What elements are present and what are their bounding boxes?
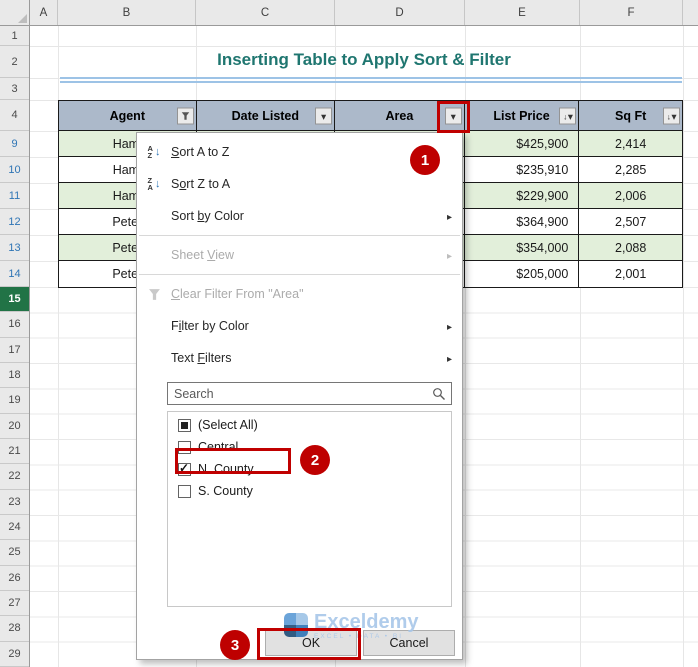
row-header[interactable]: 23 xyxy=(0,490,29,515)
row-header[interactable]: 20 xyxy=(0,414,29,439)
cell-sq-ft[interactable]: 2,088 xyxy=(579,235,682,260)
row-header-filtered[interactable]: 14 xyxy=(0,261,29,287)
step-badge-1: 1 xyxy=(410,145,440,175)
menu-item-sort-by-color[interactable]: Sort by Color xyxy=(137,200,462,232)
sort-za-icon xyxy=(137,177,171,191)
row-header[interactable]: 4 xyxy=(0,100,29,131)
row-header[interactable]: 21 xyxy=(0,439,29,465)
row-header[interactable]: 2 xyxy=(0,46,29,78)
row-header-active[interactable]: 15 xyxy=(0,287,29,313)
column-header-b[interactable]: B xyxy=(58,0,196,25)
clear-filter-icon xyxy=(137,288,171,301)
menu-item-text-filters[interactable]: Text Filters xyxy=(137,342,462,374)
date-listed-filter-button[interactable] xyxy=(315,107,333,124)
select-all-corner[interactable] xyxy=(0,0,30,26)
dropdown-arrow-icon xyxy=(321,109,326,123)
submenu-arrow-icon xyxy=(447,317,452,335)
cell-sq-ft[interactable]: 2,414 xyxy=(579,131,682,156)
menu-item-sort-z-to-a[interactable]: Sort Z to A xyxy=(137,168,462,200)
title-underline xyxy=(60,77,682,79)
row-header-filtered[interactable]: 9 xyxy=(0,131,29,157)
page-title: Inserting Table to Apply Sort & Filter xyxy=(217,50,511,69)
search-input[interactable] xyxy=(168,383,451,404)
cancel-button[interactable]: Cancel xyxy=(363,630,455,656)
cell-list-price[interactable]: $354,000 xyxy=(465,235,580,260)
step-badge-2: 2 xyxy=(300,445,330,475)
menu-separator xyxy=(139,274,460,275)
dropdown-arrow-icon xyxy=(672,109,677,123)
column-header-partial[interactable] xyxy=(683,0,698,25)
checkbox-unchecked-icon[interactable] xyxy=(178,484,191,498)
menu-item-clear-filter: Clear Filter From "Area" xyxy=(137,278,462,310)
dropdown-arrow-icon xyxy=(568,109,573,123)
header-list-price[interactable]: List Price xyxy=(465,101,580,130)
header-date-listed[interactable]: Date Listed xyxy=(197,101,336,130)
row-header[interactable]: 18 xyxy=(0,363,29,389)
cell-list-price[interactable]: $205,000 xyxy=(465,261,580,287)
menu-item-sheet-view: Sheet View xyxy=(137,239,462,271)
step-badge-3: 3 xyxy=(220,630,250,660)
row-header[interactable]: 1 xyxy=(0,26,29,46)
column-header-c[interactable]: C xyxy=(196,0,335,25)
cell-sq-ft[interactable]: 2,006 xyxy=(579,183,682,208)
cell-sq-ft[interactable]: 2,285 xyxy=(579,157,682,182)
row-headers: 1 2 3 4 9 10 11 12 13 14 15 16 17 18 19 … xyxy=(0,26,30,667)
checkbox-indeterminate-icon[interactable] xyxy=(178,418,191,432)
cell-list-price[interactable]: $425,900 xyxy=(465,131,580,156)
cell-sq-ft[interactable]: 2,507 xyxy=(579,209,682,234)
row-header[interactable]: 27 xyxy=(0,591,29,617)
column-header-e[interactable]: E xyxy=(465,0,580,25)
menu-separator xyxy=(139,235,460,236)
row-header-filtered[interactable]: 10 xyxy=(0,157,29,183)
row-header[interactable]: 24 xyxy=(0,515,29,541)
excel-window: A B C D E F 1 2 3 4 9 10 11 12 13 14 15 … xyxy=(0,0,698,667)
row-header[interactable]: 19 xyxy=(0,388,29,414)
column-header-d[interactable]: D xyxy=(335,0,465,25)
column-headers: A B C D E F xyxy=(30,0,698,26)
column-header-f[interactable]: F xyxy=(580,0,683,25)
cell-list-price[interactable]: $235,910 xyxy=(465,157,580,182)
submenu-arrow-icon xyxy=(447,246,452,264)
table-header-row: Agent Date Listed Area List Price xyxy=(59,101,682,131)
list-price-filter-button[interactable] xyxy=(559,107,577,124)
row-header[interactable]: 25 xyxy=(0,540,29,566)
submenu-arrow-icon xyxy=(447,207,452,225)
submenu-arrow-icon xyxy=(447,349,452,367)
row-header[interactable]: 28 xyxy=(0,616,29,642)
sort-az-icon xyxy=(137,145,171,159)
title-underline xyxy=(60,81,682,83)
row-header[interactable]: 22 xyxy=(0,464,29,490)
gridline xyxy=(30,46,698,47)
row-header[interactable]: 29 xyxy=(0,642,29,667)
filter-option-select-all[interactable]: (Select All) xyxy=(168,414,451,436)
row-header[interactable]: 16 xyxy=(0,312,29,338)
filter-option-s-county[interactable]: S. County xyxy=(168,480,451,502)
highlight-box-n-county xyxy=(175,448,291,474)
menu-item-filter-by-color[interactable]: Filter by Color xyxy=(137,310,462,342)
cell-sq-ft[interactable]: 2,001 xyxy=(579,261,682,287)
cell-list-price[interactable]: $229,900 xyxy=(465,183,580,208)
funnel-icon xyxy=(181,111,189,120)
filter-dropdown-menu: Sort A to Z Sort Z to A Sort by Color Sh… xyxy=(136,132,463,660)
row-header[interactable]: 3 xyxy=(0,78,29,100)
search-box xyxy=(167,382,452,405)
cell-list-price[interactable]: $364,900 xyxy=(465,209,580,234)
column-header-a[interactable]: A xyxy=(30,0,58,25)
search-icon xyxy=(433,388,445,400)
filter-value-list: (Select All) Central N. County S. County xyxy=(167,411,452,607)
row-header[interactable]: 17 xyxy=(0,338,29,363)
row-header[interactable]: 26 xyxy=(0,566,29,591)
highlight-box-ok xyxy=(257,628,361,660)
agent-filter-button[interactable] xyxy=(176,107,194,124)
row-header-filtered[interactable]: 11 xyxy=(0,183,29,209)
header-sq-ft[interactable]: Sq Ft xyxy=(579,101,682,130)
highlight-box-area-filter xyxy=(437,101,470,133)
header-agent[interactable]: Agent xyxy=(59,101,197,130)
row-header-filtered[interactable]: 12 xyxy=(0,209,29,235)
sq-ft-filter-button[interactable] xyxy=(663,107,681,124)
row-header-filtered[interactable]: 13 xyxy=(0,235,29,261)
